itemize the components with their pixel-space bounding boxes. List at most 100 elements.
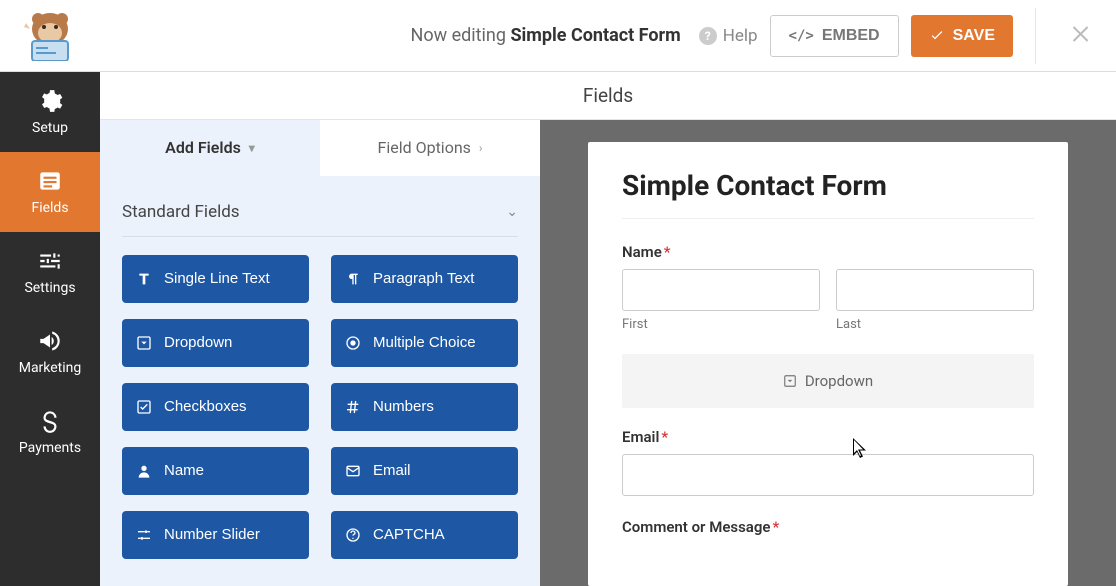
first-name-input[interactable] xyxy=(622,269,820,311)
tab-label: Field Options xyxy=(377,138,470,157)
field-label: Numbers xyxy=(373,398,434,415)
check-icon xyxy=(929,28,945,44)
last-name-input[interactable] xyxy=(836,269,1034,311)
help-icon: ? xyxy=(699,27,717,45)
field-name[interactable]: Name xyxy=(122,447,309,495)
hash-icon xyxy=(345,399,361,415)
field-paragraph-text[interactable]: Paragraph Text xyxy=(331,255,518,303)
embed-button[interactable]: </> EMBED xyxy=(770,15,899,57)
tab-add-fields[interactable]: Add Fields ▾ xyxy=(100,120,320,176)
caret-icon xyxy=(783,374,797,388)
embed-label: EMBED xyxy=(822,27,880,45)
drop-placeholder-dropdown[interactable]: Dropdown xyxy=(622,354,1034,408)
preview-field-comment[interactable]: Comment or Message* xyxy=(622,518,1034,536)
last-sublabel: Last xyxy=(836,317,1034,332)
field-label: Single Line Text xyxy=(164,270,270,287)
palette-body: Standard Fields ⌄ Single Line Text Parag… xyxy=(100,176,540,586)
name-label: Name* xyxy=(622,243,1034,261)
code-icon: </> xyxy=(789,28,814,44)
field-numbers[interactable]: Numbers xyxy=(331,383,518,431)
section-header: Fields xyxy=(100,72,1116,120)
preview-form-title: Simple Contact Form xyxy=(622,170,1034,202)
tab-label: Add Fields xyxy=(165,138,241,157)
field-label: Checkboxes xyxy=(164,398,247,415)
dollar-icon xyxy=(37,408,63,434)
main-area: Fields Add Fields ▾ Field Options › Stan… xyxy=(100,72,1116,586)
close-icon xyxy=(1070,22,1094,46)
text-icon xyxy=(136,271,152,287)
field-email[interactable]: Email xyxy=(331,447,518,495)
mascot-icon xyxy=(18,11,82,61)
preview-divider xyxy=(622,218,1034,219)
field-single-line-text[interactable]: Single Line Text xyxy=(122,255,309,303)
form-icon xyxy=(37,168,63,194)
comment-label: Comment or Message* xyxy=(622,518,1034,536)
help-link[interactable]: ? Help xyxy=(699,26,758,46)
close-button[interactable] xyxy=(1070,22,1094,50)
top-bar: Now editing Simple Contact Form ? Help <… xyxy=(0,0,1116,72)
field-label: Dropdown xyxy=(164,334,232,351)
app-logo xyxy=(0,11,100,61)
first-sublabel: First xyxy=(622,317,820,332)
sidebar-item-label: Setup xyxy=(32,120,68,136)
required-mark: * xyxy=(772,518,779,536)
field-label: Email xyxy=(373,462,411,479)
sidebar-item-label: Marketing xyxy=(19,360,82,376)
placeholder-label: Dropdown xyxy=(805,372,873,390)
tab-field-options[interactable]: Field Options › xyxy=(320,120,540,176)
label-text: Comment or Message xyxy=(622,518,770,536)
field-captcha[interactable]: CAPTCHA xyxy=(331,511,518,559)
field-label: Number Slider xyxy=(164,526,260,543)
sidebar-item-setup[interactable]: Setup xyxy=(0,72,100,152)
sidebar-item-label: Fields xyxy=(31,200,68,216)
required-mark: * xyxy=(664,243,671,261)
field-label: Multiple Choice xyxy=(373,334,476,351)
field-grid: Single Line Text Paragraph Text Dropdown… xyxy=(122,255,518,559)
sidebar-item-settings[interactable]: Settings xyxy=(0,232,100,312)
palette-tabs: Add Fields ▾ Field Options › xyxy=(100,120,540,176)
sidebar-item-payments[interactable]: Payments xyxy=(0,392,100,472)
divider xyxy=(1035,8,1036,64)
sidebar-item-label: Payments xyxy=(19,440,81,456)
mail-icon xyxy=(345,463,361,479)
megaphone-icon xyxy=(37,328,63,354)
gear-icon xyxy=(37,88,63,114)
required-mark: * xyxy=(661,428,668,446)
sidebar-item-label: Settings xyxy=(24,280,75,296)
section-title: Fields xyxy=(583,84,633,107)
sidebar-item-fields[interactable]: Fields xyxy=(0,152,100,232)
preview-panel: Simple Contact Form Name* First Last xyxy=(540,120,1116,586)
sliders-icon xyxy=(37,248,63,274)
label-text: Name xyxy=(622,243,662,261)
radio-icon xyxy=(345,335,361,351)
form-name: Simple Contact Form xyxy=(510,25,680,46)
save-button[interactable]: SAVE xyxy=(911,15,1013,57)
user-icon xyxy=(136,463,152,479)
field-dropdown[interactable]: Dropdown xyxy=(122,319,309,367)
sidebar-nav: Setup Fields Settings Marketing Payments xyxy=(0,72,100,586)
field-palette: Add Fields ▾ Field Options › Standard Fi… xyxy=(100,120,540,586)
field-label: CAPTCHA xyxy=(373,526,445,543)
field-number-slider[interactable]: Number Slider xyxy=(122,511,309,559)
chevron-down-icon: ▾ xyxy=(249,141,255,155)
field-label: Paragraph Text xyxy=(373,270,474,287)
preview-field-name[interactable]: Name* First Last xyxy=(622,243,1034,332)
chevron-down-icon: ⌄ xyxy=(506,204,518,220)
preview-field-email[interactable]: Email* xyxy=(622,428,1034,496)
help-label: Help xyxy=(723,26,758,46)
email-input[interactable] xyxy=(622,454,1034,496)
field-checkboxes[interactable]: Checkboxes xyxy=(122,383,309,431)
chevron-right-icon: › xyxy=(479,141,483,155)
check-icon xyxy=(136,399,152,415)
field-group-header[interactable]: Standard Fields ⌄ xyxy=(122,196,518,237)
sidebar-item-marketing[interactable]: Marketing xyxy=(0,312,100,392)
caret-icon xyxy=(136,335,152,351)
field-multiple-choice[interactable]: Multiple Choice xyxy=(331,319,518,367)
label-text: Email xyxy=(622,428,659,446)
help-icon xyxy=(345,527,361,543)
sliders-icon xyxy=(136,527,152,543)
form-preview[interactable]: Simple Contact Form Name* First Last xyxy=(588,142,1068,586)
field-label: Name xyxy=(164,462,204,479)
workspace: Add Fields ▾ Field Options › Standard Fi… xyxy=(100,120,1116,586)
editing-prefix: Now editing xyxy=(410,25,505,46)
